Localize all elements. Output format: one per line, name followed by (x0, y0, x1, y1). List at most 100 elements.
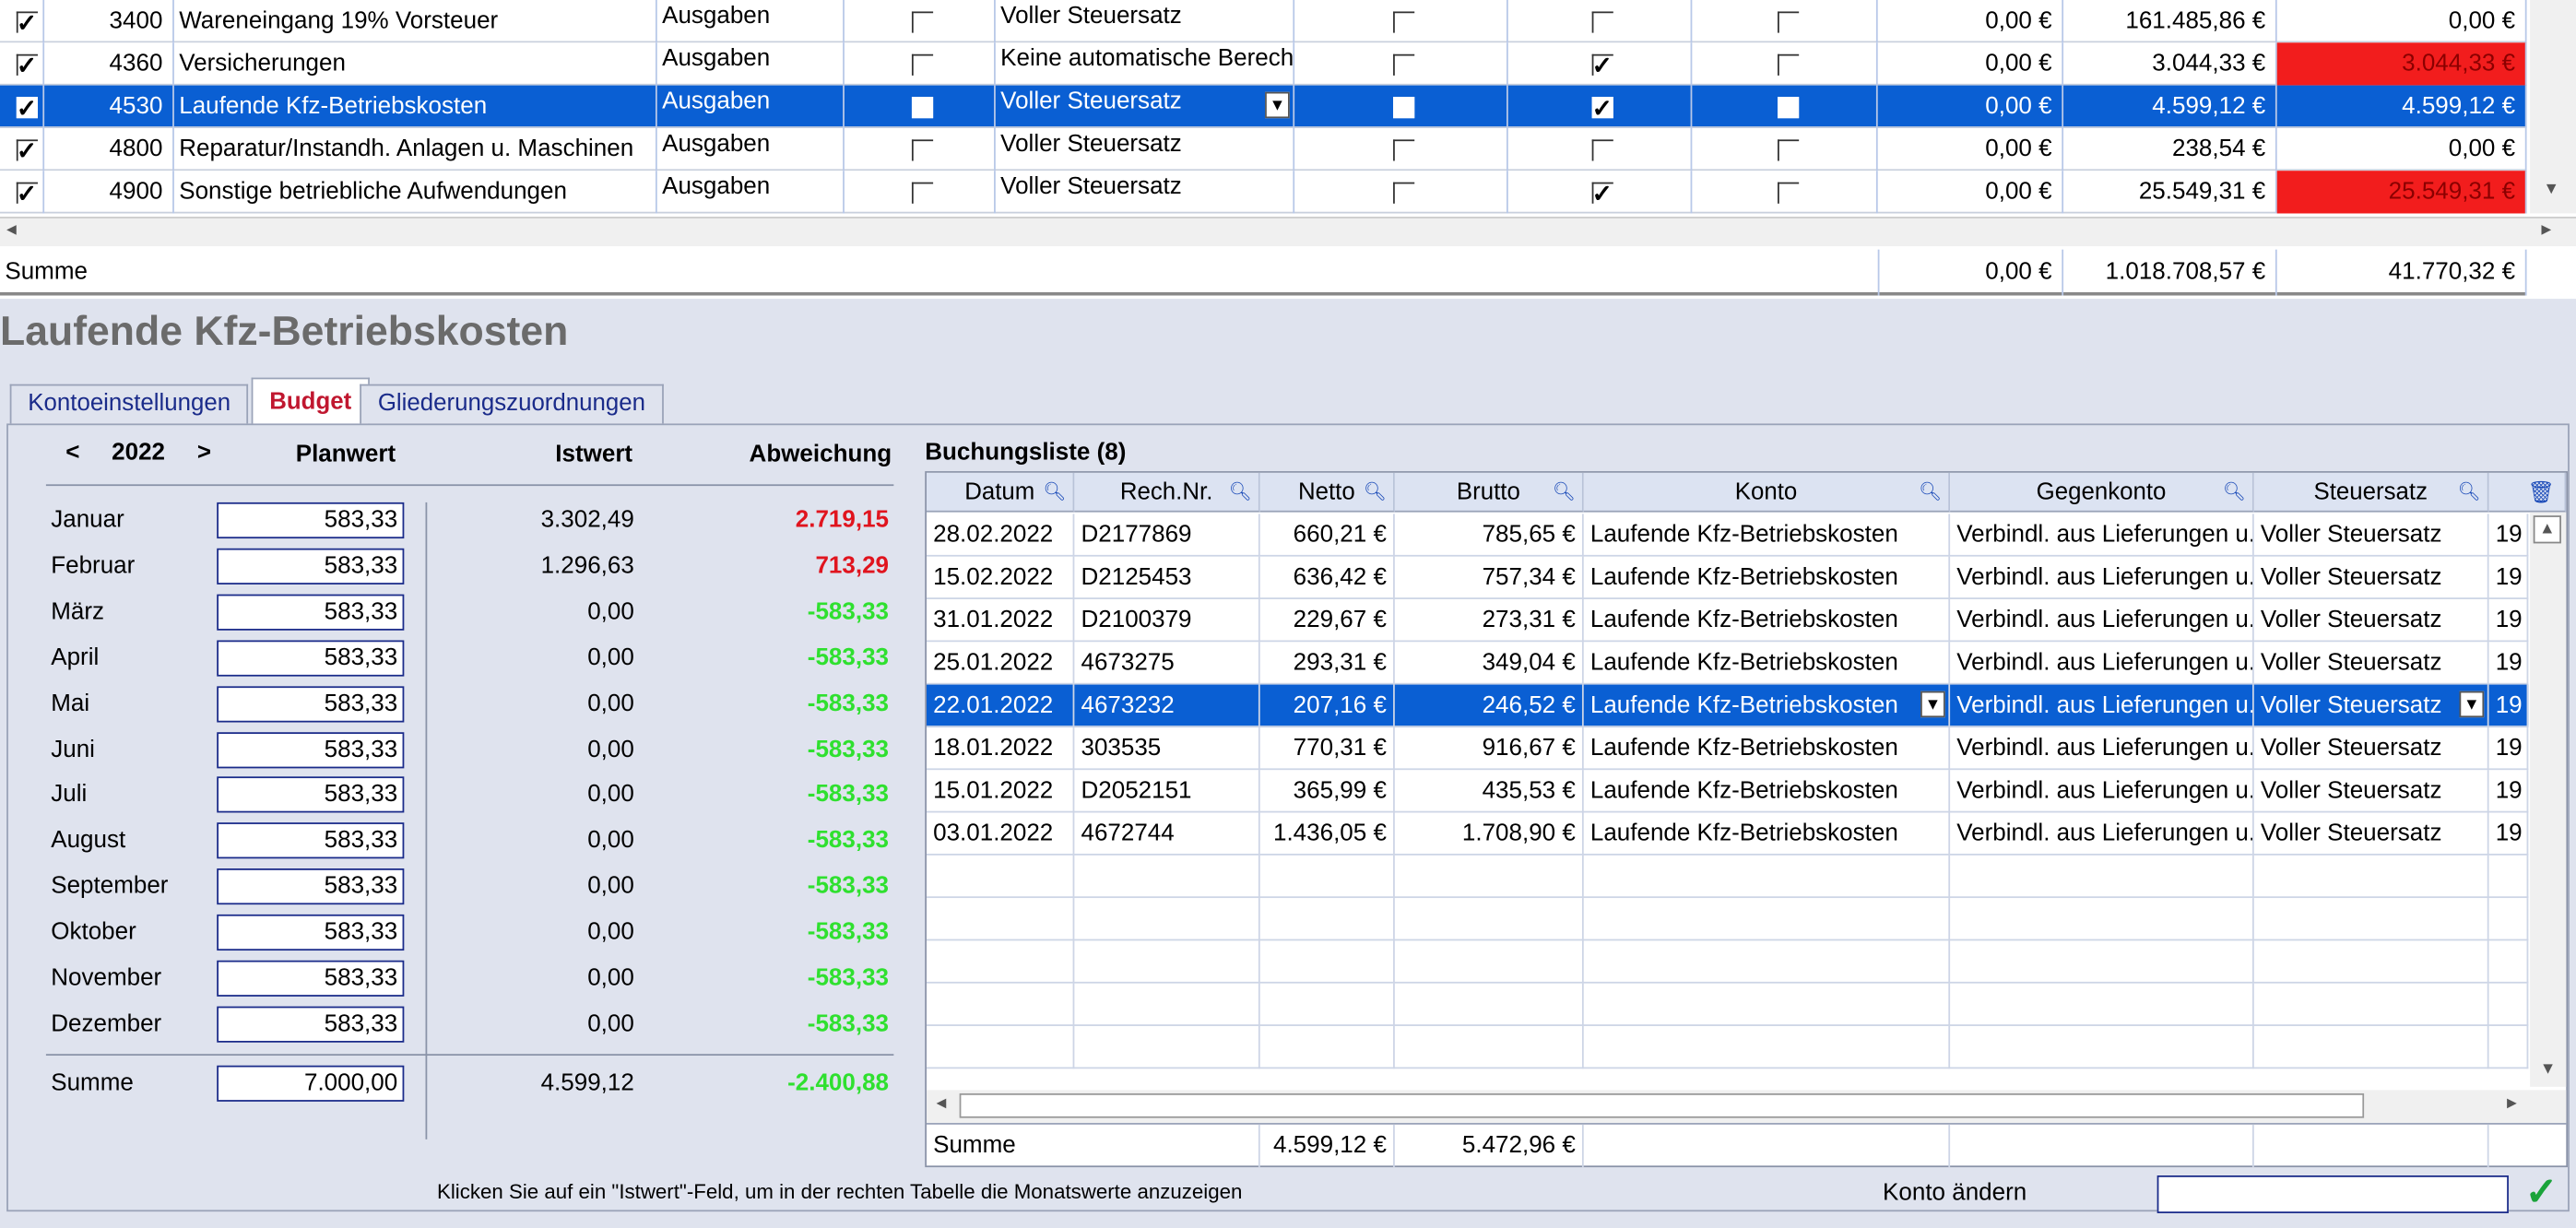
list-scroll-left-icon[interactable]: ◄ (933, 1095, 950, 1114)
account-tax-cell[interactable]: Voller Steuersatz (996, 171, 1295, 214)
planwert-input[interactable]: 583,33 (217, 776, 405, 814)
checkbox-icon[interactable] (1393, 53, 1415, 76)
booking-r-cell[interactable]: D2100379 (1074, 598, 1260, 643)
booking-s-cell[interactable]: Voller Steuersatz (2254, 770, 2489, 813)
booking-s-cell[interactable]: Voller Steuersatz (2254, 726, 2489, 771)
checkbox-icon[interactable] (1777, 182, 1799, 204)
checkbox-icon[interactable] (1777, 139, 1799, 161)
list-scroll-right-icon[interactable]: ► (2504, 1095, 2521, 1114)
list-horizontal-scrollbar[interactable]: ◄ ► (926, 1090, 2567, 1124)
konto-dropdown-arrow-icon[interactable]: ▼ (1920, 691, 1945, 718)
prev-year-button[interactable]: < (65, 440, 79, 466)
planwert-input[interactable]: 583,33 (217, 594, 405, 631)
istwert-field[interactable]: 0,00 (454, 965, 634, 991)
account-row[interactable]: 4360VersicherungenAusgaben Keine automati… (0, 42, 2527, 86)
scroll-left-icon[interactable]: ◄ (4, 221, 20, 240)
booking-r-cell[interactable]: 4673232 (1074, 684, 1260, 727)
booking-k-cell[interactable]: Laufende Kfz-Betriebskosten (1584, 598, 1951, 643)
account-c1-cell[interactable] (845, 127, 996, 171)
booking-n-cell[interactable]: 770,31 € (1260, 726, 1395, 771)
planwert-input[interactable]: 583,33 (217, 915, 405, 951)
booking-x-cell[interactable]: 19 (2489, 598, 2529, 643)
booking-x-cell[interactable]: 19 (2489, 812, 2529, 856)
planwert-input[interactable]: 583,33 (217, 639, 405, 677)
booking-k-cell[interactable]: Laufende Kfz-Betriebskosten (1584, 514, 1951, 557)
booking-b-cell[interactable]: 757,34 € (1395, 556, 1584, 599)
booking-n-cell[interactable]: 636,42 € (1260, 556, 1395, 599)
account-tax-cell[interactable]: Keine automatische Berech (996, 42, 1295, 86)
scroll-right-icon[interactable]: ► (2538, 221, 2555, 240)
booking-r-cell[interactable]: 303535 (1074, 726, 1260, 771)
booking-n-cell[interactable]: 1.436,05 € (1260, 812, 1395, 856)
account-c2-cell[interactable] (1294, 0, 1508, 43)
search-key-icon[interactable]: 🔍︎ (1553, 473, 1576, 513)
istwert-field[interactable]: 0,00 (454, 599, 634, 625)
booking-x-cell[interactable]: 19 (2489, 726, 2529, 771)
planwert-input[interactable]: 583,33 (217, 868, 405, 905)
account-c3-cell[interactable] (1508, 85, 1693, 128)
booking-d-cell[interactable]: 31.01.2022 (927, 598, 1075, 643)
checkbox-icon[interactable] (911, 139, 934, 161)
account-c2-cell[interactable] (1294, 85, 1508, 128)
account-c4-cell[interactable] (1692, 0, 1878, 43)
booking-b-cell[interactable]: 916,67 € (1395, 726, 1584, 771)
booking-d-cell[interactable]: 15.02.2022 (927, 556, 1075, 599)
booking-r-cell[interactable]: D2125453 (1074, 556, 1260, 599)
list-header-cell[interactable]: Gegenkonto 🔍︎ (1950, 472, 2254, 513)
accounts-vertical-scrollbar[interactable]: ▼ (2530, 0, 2576, 214)
tab-budget[interactable]: Budget (251, 377, 370, 427)
istwert-field[interactable]: 0,00 (454, 737, 634, 762)
list-header-cell[interactable]: Steuersatz 🔍︎ (2253, 472, 2489, 513)
istwert-field[interactable]: 1.296,63 (454, 553, 634, 579)
booking-d-cell[interactable]: 22.01.2022 (927, 684, 1075, 727)
booking-row[interactable]: 28.02.2022 D2177869 660,21 €785,65 € Laufen… (926, 514, 2529, 557)
booking-b-cell[interactable]: 785,65 € (1395, 514, 1584, 557)
booking-s-cell[interactable]: Voller Steuersatz (2254, 556, 2489, 599)
booking-x-cell[interactable]: 19 (2489, 770, 2529, 813)
checkbox-icon[interactable] (911, 182, 934, 204)
booking-d-cell[interactable]: 15.01.2022 (927, 770, 1075, 813)
booking-r-cell[interactable]: D2177869 (1074, 514, 1260, 557)
checkbox-icon[interactable] (1777, 11, 1799, 33)
account-check-cell[interactable] (0, 85, 45, 128)
booking-s-cell[interactable]: Voller Steuersatz (2254, 514, 2489, 557)
account-check-cell[interactable] (0, 42, 45, 86)
planwert-input[interactable]: 583,33 (217, 822, 405, 859)
booking-x-cell[interactable]: 19 (2489, 514, 2529, 557)
booking-s-cell[interactable]: Voller Steuersatz (2254, 642, 2489, 685)
checkbox-icon[interactable] (1777, 97, 1799, 119)
account-tax-cell[interactable]: Voller Steuersatz (996, 0, 1295, 43)
istwert-field[interactable]: 0,00 (454, 1011, 634, 1037)
booking-n-cell[interactable]: 293,31 € (1260, 642, 1395, 685)
account-type-cell[interactable]: Ausgaben (657, 171, 845, 214)
account-c1-cell[interactable] (845, 42, 996, 86)
dropdown-arrow-icon[interactable]: ▼ (1265, 91, 1290, 119)
booking-g-cell[interactable]: Verbindl. aus Lieferungen u. (1950, 642, 2254, 685)
account-c1-cell[interactable] (845, 171, 996, 214)
checkbox-icon[interactable] (1777, 53, 1799, 76)
konto-aendern-input[interactable] (2157, 1175, 2509, 1213)
search-key-icon[interactable]: 🔍︎ (1364, 473, 1387, 513)
planwert-input[interactable]: 583,33 (217, 548, 405, 584)
checkbox-icon[interactable] (1591, 174, 1613, 213)
booking-b-cell[interactable]: 273,31 € (1395, 598, 1584, 643)
checkbox-icon[interactable] (16, 89, 38, 128)
account-tax-cell[interactable]: Voller Steuersatz (996, 127, 1295, 171)
account-type-cell[interactable]: Ausgaben (657, 127, 845, 171)
account-c4-cell[interactable] (1692, 42, 1878, 86)
list-header-cell[interactable]: Rech.Nr. 🔍︎ (1074, 472, 1260, 513)
search-key-icon[interactable]: 🔍︎ (2223, 473, 2246, 513)
booking-s-cell[interactable]: Voller Steuersatz (2254, 812, 2489, 856)
list-header-cell[interactable]: Brutto 🔍︎ (1394, 472, 1584, 513)
confirm-check-icon[interactable]: ✓ (2525, 1169, 2558, 1217)
account-type-cell[interactable]: Ausgaben (657, 0, 845, 43)
list-header-cell[interactable]: Konto 🔍︎ (1583, 472, 1951, 513)
booking-k-cell[interactable]: Laufende Kfz-Betriebskosten (1584, 812, 1951, 856)
account-c3-cell[interactable] (1508, 42, 1693, 86)
booking-g-cell[interactable]: Verbindl. aus Lieferungen u. (1950, 770, 2254, 813)
booking-row[interactable]: 15.02.2022 D2125453 636,42 €757,34 € Laufen… (926, 556, 2529, 599)
checkbox-icon[interactable] (16, 46, 38, 86)
booking-d-cell[interactable]: 28.02.2022 (927, 514, 1075, 557)
account-check-cell[interactable] (0, 171, 45, 214)
account-type-cell[interactable]: Ausgaben (657, 85, 845, 128)
